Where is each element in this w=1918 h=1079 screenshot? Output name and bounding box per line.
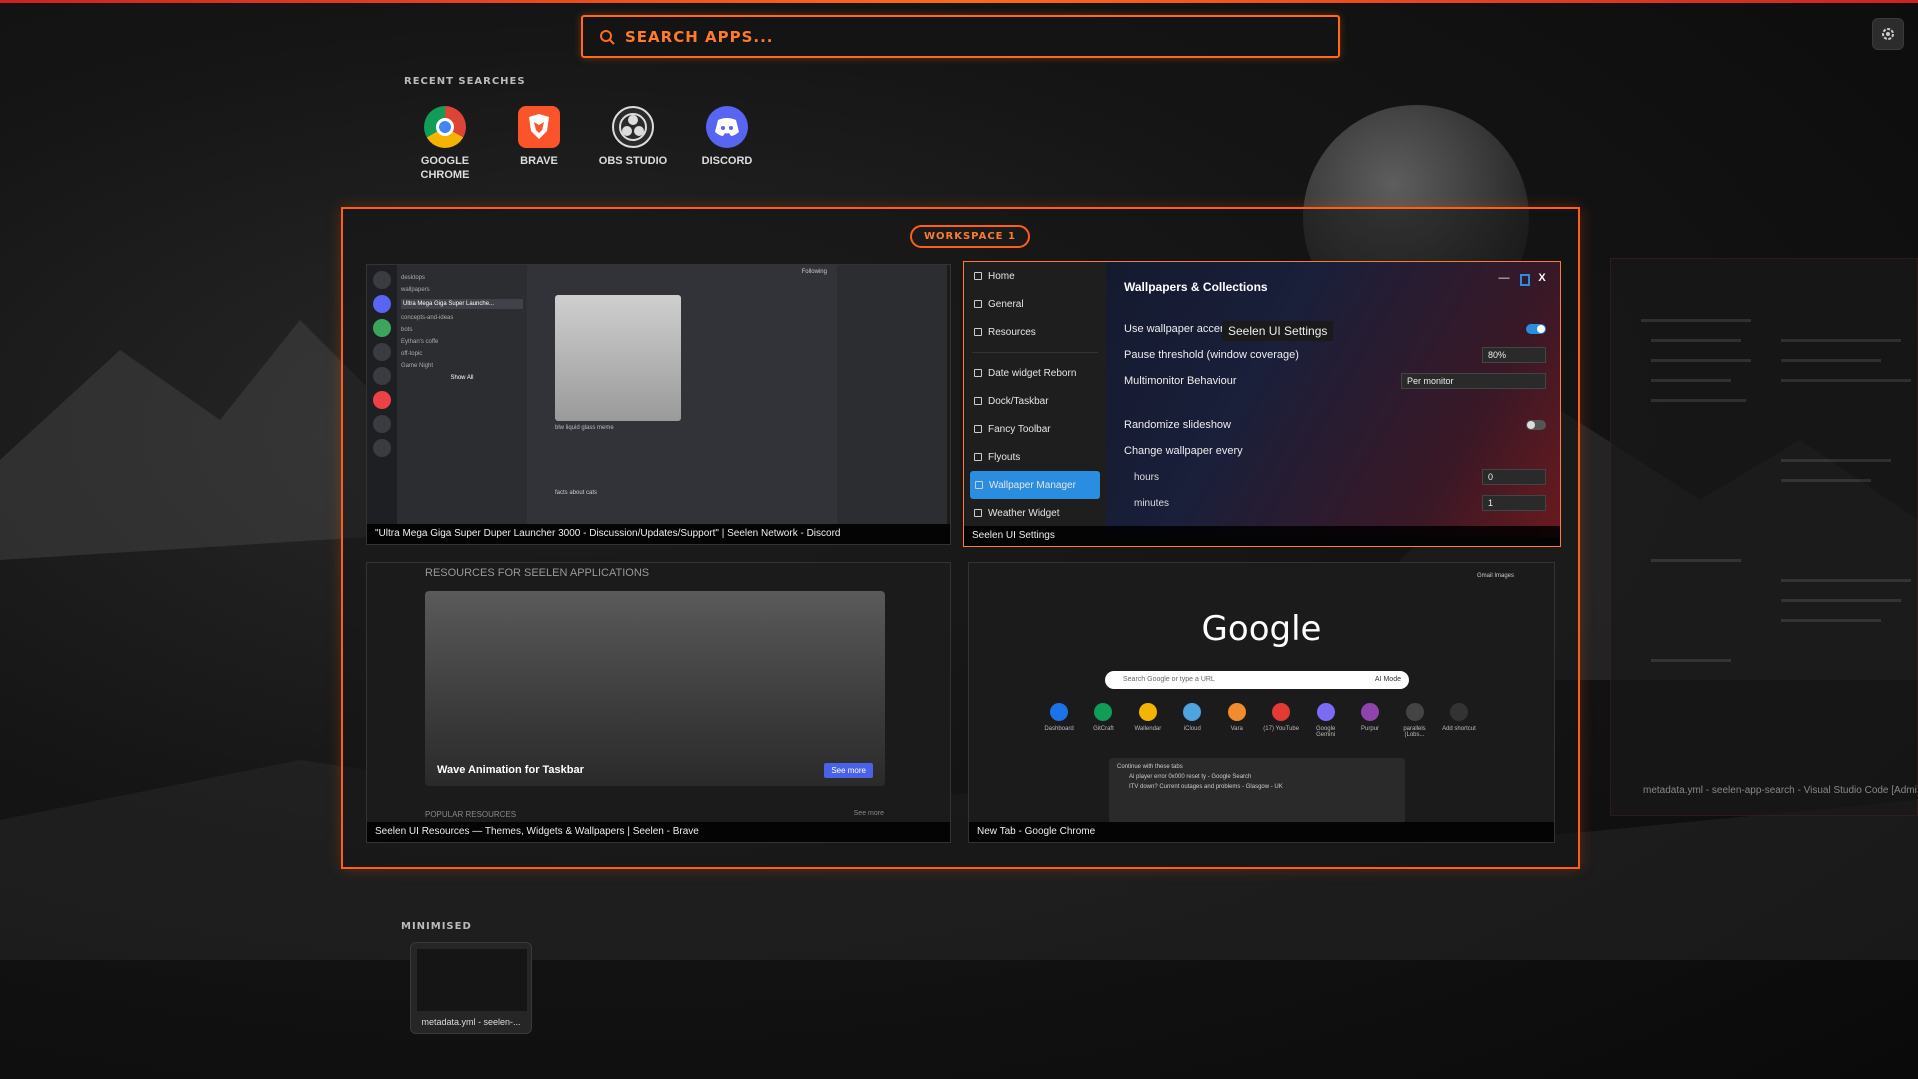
gear-icon <box>1882 28 1894 40</box>
divider <box>972 352 1098 353</box>
minimize-button[interactable]: — <box>1496 272 1512 288</box>
window-title: Seelen UI Resources — Themes, Widgets & … <box>367 822 950 842</box>
flyout-icon <box>974 453 982 461</box>
ai-mode-button[interactable]: AI Mode <box>1375 671 1401 689</box>
shortcut[interactable]: iCloud <box>1172 703 1212 738</box>
obs-icon <box>612 106 654 148</box>
window-seelen-settings[interactable]: Home General Resources Date widget Rebor… <box>963 261 1561 547</box>
window-title: New Tab - Google Chrome <box>969 822 1554 842</box>
window-brave[interactable]: RESOURCES FOR SEELEN APPLICATIONS Wave A… <box>366 562 951 843</box>
continue-tabs-card: Continue with these tabs Ai player error… <box>1109 758 1405 824</box>
recent-searches-label: RECENT SEARCHES <box>404 76 526 87</box>
tab-link[interactable]: Ai player error 0x000 reset ty - Google … <box>1129 774 1397 780</box>
shortcut[interactable]: Vara <box>1217 703 1257 738</box>
recent-app-chrome[interactable]: GOOGLE CHROME <box>400 106 490 182</box>
shortcut[interactable]: Google Gemini <box>1306 703 1346 738</box>
brave-icon <box>518 106 560 148</box>
search-icon <box>600 29 615 45</box>
chrome-icon <box>424 106 466 148</box>
nav-toolbar[interactable]: Fancy Toolbar <box>964 415 1106 443</box>
shortcut[interactable]: Purpur <box>1350 703 1390 738</box>
dock-icon <box>974 397 982 405</box>
weather-icon <box>974 509 982 517</box>
window-vscode[interactable]: metadata.yml - seelen-app-search - Visua… <box>1610 258 1918 816</box>
nav-general[interactable]: General <box>964 290 1106 318</box>
nav-resources[interactable]: Resources <box>964 318 1106 346</box>
google-logo: Google <box>1201 609 1322 649</box>
close-button[interactable]: X <box>1534 272 1550 288</box>
nav-flyouts[interactable]: Flyouts <box>964 443 1106 471</box>
tab-link[interactable]: ITV down? Current outages and problems -… <box>1129 784 1397 790</box>
recent-app-brave[interactable]: BRAVE <box>494 106 584 168</box>
add-shortcut[interactable]: Add shortcut <box>1439 703 1479 738</box>
wallpaper-icon <box>975 481 983 489</box>
nav-dock[interactable]: Dock/Taskbar <box>964 387 1106 415</box>
window-discord[interactable]: desktops wallpapers Ultra Mega Giga Supe… <box>366 264 951 545</box>
nav-weather[interactable]: Weather Widget <box>964 499 1106 527</box>
resources-heading: RESOURCES FOR SEELEN APPLICATIONS <box>425 567 650 579</box>
see-more-button[interactable]: See more <box>824 763 873 778</box>
general-icon <box>974 300 982 308</box>
settings-button[interactable] <box>1872 18 1904 50</box>
google-search-box[interactable]: Search Google or type a URL AI Mode <box>1105 671 1409 689</box>
recent-app-discord[interactable]: DISCORD <box>682 106 772 168</box>
shortcut[interactable]: Dashboard <box>1039 703 1079 738</box>
nav-date-widget[interactable]: Date widget Reborn <box>964 359 1106 387</box>
minutes-input[interactable]: 1 <box>1482 495 1546 511</box>
discord-channel-list: desktops wallpapers Ultra Mega Giga Supe… <box>397 265 527 525</box>
settings-sidebar: Home General Resources Date widget Rebor… <box>964 262 1106 537</box>
maximize-button[interactable] <box>1520 274 1530 286</box>
home-icon <box>974 272 982 280</box>
nav-wallpaper-manager[interactable]: Wallpaper Manager <box>970 471 1100 499</box>
discord-server-list <box>367 265 397 525</box>
tooltip: Seelen UI Settings <box>1222 321 1334 341</box>
top-accent-line <box>0 0 1918 3</box>
discord-member-list <box>837 265 947 525</box>
window-preview <box>417 949 527 1011</box>
toolbar-icon <box>974 425 982 433</box>
see-more-link[interactable]: See more <box>854 810 884 817</box>
minimised-label: MINIMISED <box>401 921 472 932</box>
accent-toggle[interactable] <box>1526 324 1546 334</box>
shortcut[interactable]: parallels (Lobs... <box>1395 703 1435 738</box>
randomize-toggle[interactable] <box>1526 420 1546 430</box>
cat-image <box>555 295 681 421</box>
pause-threshold-input[interactable]: 80% <box>1482 347 1546 363</box>
search-bar[interactable] <box>581 15 1340 58</box>
window-title: Seelen UI Settings <box>964 526 1560 546</box>
window-chrome[interactable]: Gmail Images Google Search Google or typ… <box>968 562 1555 843</box>
calendar-icon <box>974 369 982 377</box>
multimonitor-select[interactable]: Per monitor <box>1401 373 1546 389</box>
shortcut-grid: Dashboard GitCraft Wallendar iCloud Vara… <box>1039 703 1479 738</box>
resource-card[interactable]: Wave Animation for Taskbar See more <box>425 591 885 786</box>
workspace-label[interactable]: WORKSPACE 1 <box>910 225 1030 248</box>
settings-content: Wallpapers & Collections Use wallpaper a… <box>1106 262 1560 537</box>
shortcut[interactable]: (17) YouTube <box>1261 703 1301 738</box>
search-input[interactable] <box>625 27 1338 46</box>
nav-home[interactable]: Home <box>964 262 1106 290</box>
shortcut[interactable]: GitCraft <box>1083 703 1123 738</box>
minimised-window[interactable]: metadata.yml - seelen-... <box>410 942 532 1034</box>
settings-heading: Wallpapers & Collections <box>1124 280 1268 294</box>
discord-icon <box>706 106 748 148</box>
hours-input[interactable]: 0 <box>1482 469 1546 485</box>
window-title: metadata.yml - seelen-app-search - Visua… <box>1643 785 1917 796</box>
resources-icon <box>974 328 982 336</box>
window-title: "Ultra Mega Giga Super Duper Launcher 30… <box>367 524 950 544</box>
shortcut[interactable]: Wallendar <box>1128 703 1168 738</box>
recent-app-obs[interactable]: OBS STUDIO <box>588 106 678 168</box>
